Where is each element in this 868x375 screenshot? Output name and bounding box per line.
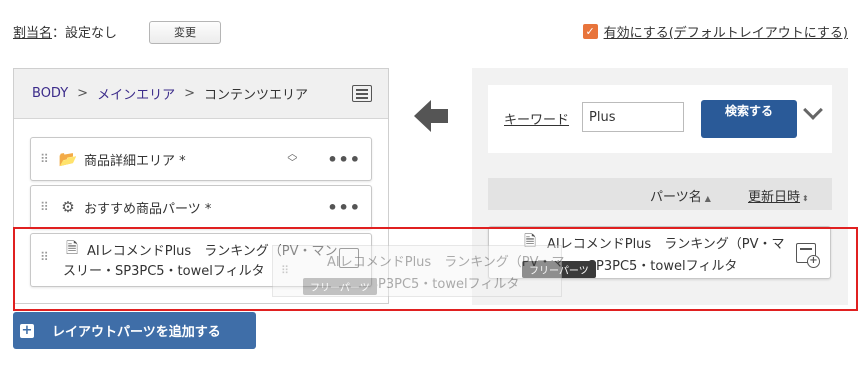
plus-icon: +	[20, 322, 34, 338]
layout-part-item[interactable]: ⠿ ⚙ おすすめ商品パーツ * ︿﹀ •••	[30, 185, 372, 229]
sort-asc-icon: ▲	[704, 194, 711, 203]
breadcrumb-separator: >	[77, 86, 89, 101]
keyword-input[interactable]	[582, 102, 684, 132]
sort-by-date[interactable]: 更新日時 ⬍	[748, 186, 809, 205]
drag-handle-icon[interactable]: ⠿	[40, 201, 50, 213]
search-form: キーワード 検索する	[488, 85, 832, 153]
more-menu-icon[interactable]: •••	[327, 150, 361, 169]
list-view-icon[interactable]	[352, 85, 372, 102]
enable-default-layout[interactable]: ✓ 有効にする(デフォルトレイアウトにする)	[582, 22, 848, 41]
drag-drop-highlight	[13, 227, 858, 311]
part-name: おすすめ商品パーツ *	[84, 201, 212, 217]
layout-part-item[interactable]: ⠿ 📂 商品詳細エリア * ︿ ﹀ •••	[30, 137, 372, 181]
more-menu-icon[interactable]: •••	[327, 198, 361, 217]
breadcrumb-main-area[interactable]: メインエリア	[97, 84, 175, 103]
arrow-left-icon	[414, 100, 448, 132]
expand-collapse-icon[interactable]: ︿ ﹀	[285, 150, 299, 169]
sort-name-label[interactable]: パーツ名	[650, 190, 702, 205]
add-layout-parts-button[interactable]: + レイアウトパーツを追加する	[13, 312, 256, 349]
sort-date-label[interactable]: 更新日時	[748, 190, 800, 205]
assignment-info: 割当名：設定なし	[13, 22, 117, 41]
sort-bar: パーツ名 ▲ 更新日時 ⬍	[488, 178, 832, 210]
breadcrumb: BODY > メインエリア > コンテンツエリア	[14, 69, 388, 119]
folder-gear-icon: 📂	[58, 150, 78, 168]
breadcrumb-content-area: コンテンツエリア	[204, 88, 309, 103]
assign-value: ：設定なし	[52, 26, 118, 41]
drag-handle-icon[interactable]: ⠿	[40, 153, 50, 165]
sort-by-name[interactable]: パーツ名 ▲	[650, 186, 711, 205]
layout-editor: 割当名：設定なし 変更 ✓ 有効にする(デフォルトレイアウトにする) BODY …	[0, 0, 868, 375]
checkbox-checked-icon[interactable]: ✓	[582, 24, 598, 39]
assign-label[interactable]: 割当名	[13, 26, 52, 41]
sort-both-icon: ⬍	[802, 194, 809, 203]
keyword-label[interactable]: キーワード	[504, 109, 569, 128]
add-layout-parts-label: レイアウトパーツを追加する	[52, 325, 221, 340]
enable-label[interactable]: 有効にする(デフォルトレイアウトにする)	[604, 22, 848, 41]
breadcrumb-body[interactable]: BODY	[32, 86, 68, 101]
chevron-down-icon[interactable]	[803, 100, 823, 120]
breadcrumb-separator: >	[184, 86, 195, 101]
gears-icon: ⚙	[61, 198, 75, 216]
search-button[interactable]: 検索する	[701, 100, 797, 138]
part-name: 商品詳細エリア *	[84, 153, 186, 169]
change-button[interactable]: 変更	[149, 21, 221, 44]
